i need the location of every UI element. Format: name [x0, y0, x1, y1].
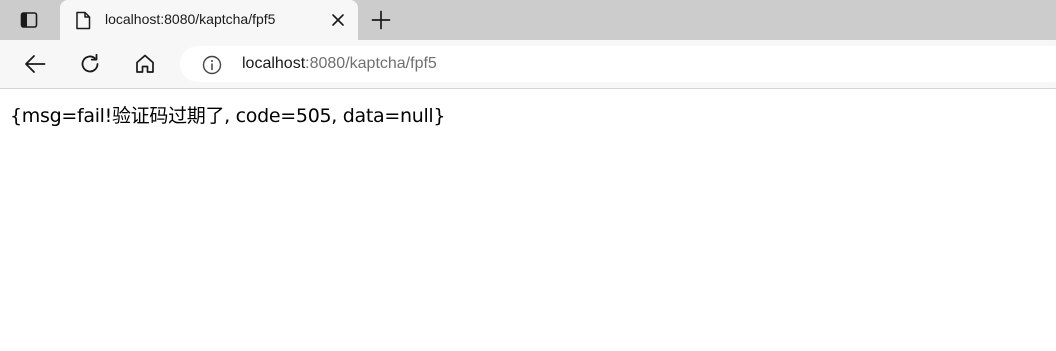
page-content: {msg=fail!验证码过期了, code=505, data=null} [0, 89, 1056, 351]
back-button[interactable] [20, 50, 50, 78]
navigation-toolbar: localhost:8080/kaptcha/fpf5 [0, 40, 1056, 89]
tab-actions-icon [20, 11, 38, 29]
active-tab[interactable]: localhost:8080/kaptcha/fpf5 [60, 0, 358, 40]
back-arrow-icon [24, 54, 46, 74]
info-icon[interactable] [202, 55, 222, 75]
url-text[interactable]: localhost:8080/kaptcha/fpf5 [242, 55, 437, 73]
page-icon [74, 10, 92, 30]
refresh-icon [79, 53, 101, 75]
close-icon[interactable] [328, 10, 348, 30]
refresh-button[interactable] [75, 50, 105, 78]
address-bar[interactable]: localhost:8080/kaptcha/fpf5 [180, 46, 1056, 82]
tab-title: localhost:8080/kaptcha/fpf5 [105, 11, 276, 27]
home-icon [134, 53, 156, 75]
new-tab-button[interactable] [366, 6, 396, 34]
tab-actions-button[interactable] [12, 6, 46, 34]
home-button[interactable] [130, 50, 160, 78]
plus-icon [371, 10, 391, 30]
url-host: localhost [242, 55, 306, 72]
url-path: :8080/kaptcha/fpf5 [305, 55, 437, 72]
response-text: {msg=fail!验证码过期了, code=505, data=null} [10, 105, 446, 127]
tab-strip: localhost:8080/kaptcha/fpf5 [0, 0, 1056, 40]
browser-window: localhost:8080/kaptcha/fpf5 localhost:80… [0, 0, 1056, 351]
